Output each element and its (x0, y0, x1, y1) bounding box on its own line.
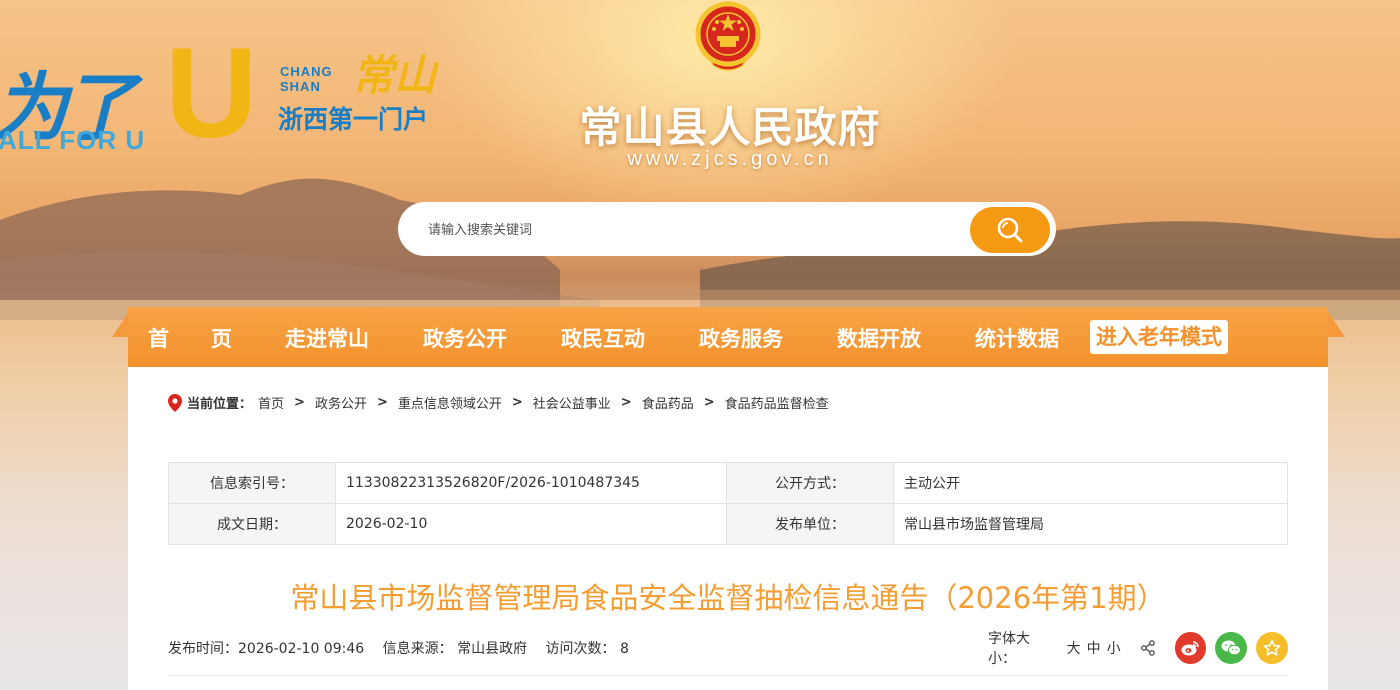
publish-info: 发布时间：2026-02-10 09:46 信息来源： 常山县政府 访问次数： … (168, 638, 643, 658)
wechat-share-button[interactable] (1215, 632, 1248, 664)
breadcrumb-item-key-info[interactable]: 重点信息领域公开 (398, 393, 502, 412)
table-row: 信息索引号： 11330822313526820F/2026-101048734… (168, 462, 1288, 504)
info-source: 信息来源： 常山县政府 (382, 641, 528, 657)
divider (168, 675, 1288, 676)
breadcrumb-separator: > (511, 395, 523, 410)
font-size-small[interactable]: 小 (1107, 638, 1121, 658)
site-title: 常山县人民政府 (579, 103, 881, 152)
date-label: 成文日期： (168, 503, 336, 545)
weibo-share-button[interactable] (1174, 632, 1207, 664)
breadcrumb-item-gov-affairs[interactable]: 政务公开 (315, 393, 367, 412)
publish-time: 发布时间：2026-02-10 09:46 (168, 641, 365, 657)
main-nav: 首 页 走进常山 政务公开 政民互动 政务服务 数据开放 统计数据 进入老年模式 (128, 307, 1328, 367)
breadcrumb: 当前位置： 首页 > 政务公开 > 重点信息领域公开 > 社会公益事业 > 食品… (168, 393, 829, 412)
index-label: 信息索引号： (168, 462, 336, 504)
font-size-label: 字体大小： (988, 631, 1030, 667)
index-value: 11330822313526820F/2026-1010487345 (335, 462, 727, 504)
breadcrumb-item-food-drug[interactable]: 食品药品 (642, 393, 694, 412)
nav-item-statistics[interactable]: 统计数据 (975, 323, 1059, 353)
location-pin-icon (168, 393, 182, 412)
slogan-u: U (165, 22, 258, 165)
font-size-large[interactable]: 大 (1067, 638, 1081, 658)
favorite-button[interactable] (1256, 632, 1288, 664)
breadcrumb-separator: > (703, 395, 715, 410)
wechat-icon (1221, 640, 1242, 656)
disclosure-label: 公开方式： (726, 462, 894, 504)
nav-item-home[interactable]: 首 页 (148, 323, 232, 353)
nav-item-about[interactable]: 走进常山 (285, 323, 369, 353)
date-value: 2026-02-10 (335, 503, 727, 545)
breadcrumb-separator: > (376, 395, 388, 410)
nav-item-government-affairs[interactable]: 政务公开 (423, 323, 507, 353)
breadcrumb-item-home[interactable]: 首页 (258, 393, 284, 412)
article-tools: 字体大小： 大 中 小 (988, 631, 1288, 667)
table-row: 成文日期： 2026-02-10 发布单位： 常山县市场监督管理局 (168, 503, 1288, 545)
publisher-value: 常山县市场监督管理局 (893, 503, 1288, 545)
breadcrumb-lead: 当前位置： (187, 397, 253, 412)
changshan-calligraphy: 常山 (352, 51, 437, 100)
visit-count: 访问次数： 8 (545, 641, 629, 657)
breadcrumb-separator: > (620, 395, 632, 410)
search-button[interactable] (970, 207, 1050, 253)
star-icon (1263, 639, 1281, 656)
portal-text: 浙西第一门户 (278, 105, 429, 134)
article-title: 常山县市场监督管理局食品安全监督抽检信息通告（2026年第1期） (290, 581, 1166, 615)
nav-item-services[interactable]: 政务服务 (699, 323, 783, 353)
disclosure-value: 主动公开 (893, 462, 1288, 504)
nav-item-interaction[interactable]: 政民互动 (561, 323, 645, 353)
slogan-en: ALL FOR U (0, 125, 146, 155)
breadcrumb-item-public-welfare[interactable]: 社会公益事业 (533, 393, 611, 412)
slogan-logo: 为了 U ALL FOR U CHANG SHAN 常山 浙西第一门户 (0, 30, 470, 160)
changshan-en: CHANG SHAN (280, 64, 333, 94)
search-bar (398, 202, 1056, 256)
content-card: 当前位置： 首页 > 政务公开 > 重点信息领域公开 > 社会公益事业 > 食品… (128, 367, 1328, 690)
share-icon[interactable] (1140, 640, 1156, 656)
search-input[interactable] (426, 216, 950, 244)
publisher-label: 发布单位： (726, 503, 894, 545)
weibo-icon (1181, 641, 1200, 656)
site-url: www.zjcs.gov.cn (627, 148, 833, 170)
changshan-en-line1: CHANG (280, 64, 333, 79)
elder-mode-button[interactable]: 进入老年模式 (1090, 320, 1228, 354)
nav-item-open-data[interactable]: 数据开放 (837, 323, 921, 353)
font-size-medium[interactable]: 中 (1087, 638, 1101, 658)
breadcrumb-separator: > (294, 395, 305, 410)
breadcrumb-item-inspection[interactable]: 食品药品监督检查 (725, 393, 829, 412)
search-icon (997, 217, 1023, 243)
info-meta-table: 信息索引号： 11330822313526820F/2026-101048734… (168, 462, 1288, 545)
national-emblem-icon (695, 1, 761, 71)
changshan-en-line2: SHAN (280, 79, 321, 94)
